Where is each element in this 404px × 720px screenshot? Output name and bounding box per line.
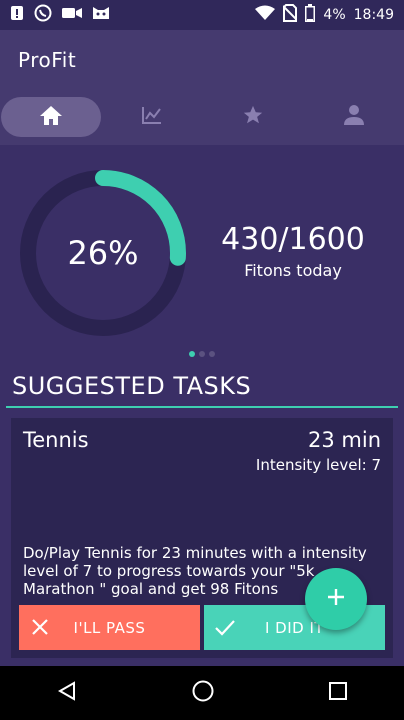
system-nav-bar: [0, 666, 404, 720]
fitons-value: 430/1600: [221, 222, 365, 257]
pass-button-label: I'LL PASS: [73, 618, 146, 637]
whatsapp-icon: [34, 4, 52, 26]
close-icon: [29, 616, 51, 638]
tab-bar: [0, 96, 404, 138]
app-bar: ProFit: [0, 30, 404, 145]
check-icon: [214, 616, 236, 638]
status-bar: 4% 18:49: [0, 0, 404, 30]
fitons-label: Fitons today: [244, 261, 342, 280]
page-dot[interactable]: [199, 351, 205, 357]
tab-profile[interactable]: [303, 96, 404, 138]
add-task-button[interactable]: [305, 568, 367, 630]
section-divider: [6, 406, 398, 408]
person-icon: [343, 104, 365, 130]
fitons-summary: 430/1600 Fitons today: [218, 222, 368, 280]
app-title: ProFit: [18, 48, 77, 72]
task-duration: 23 min: [308, 428, 381, 452]
wifi-icon: [255, 5, 276, 25]
page-indicator: [189, 351, 215, 357]
plus-icon: [325, 586, 347, 612]
cat-icon: [92, 5, 110, 25]
task-intensity: Intensity level: 7: [255, 456, 381, 474]
chart-icon: [141, 105, 163, 129]
video-icon: [62, 6, 82, 24]
clock: 18:49: [353, 7, 394, 23]
tab-home[interactable]: [0, 96, 101, 138]
star-icon: [242, 104, 264, 130]
recents-icon[interactable]: [328, 681, 348, 705]
tab-progress[interactable]: [101, 96, 202, 138]
page-dot[interactable]: [209, 351, 215, 357]
home-icon: [39, 104, 63, 130]
pass-button[interactable]: I'LL PASS: [19, 605, 200, 650]
section-title: SUGGESTED TASKS: [12, 372, 252, 400]
progress-ring: 26%: [18, 168, 188, 338]
home-button-icon[interactable]: [191, 679, 215, 707]
no-sim-icon: [282, 4, 299, 26]
alert-icon: [10, 5, 24, 25]
tab-favorites[interactable]: [202, 96, 303, 138]
back-icon[interactable]: [56, 680, 78, 706]
battery-icon: [305, 4, 316, 26]
battery-percent: 4%: [323, 7, 346, 23]
page-dot[interactable]: [189, 351, 195, 357]
progress-percent: 26%: [67, 234, 139, 272]
task-name: Tennis: [23, 428, 89, 452]
